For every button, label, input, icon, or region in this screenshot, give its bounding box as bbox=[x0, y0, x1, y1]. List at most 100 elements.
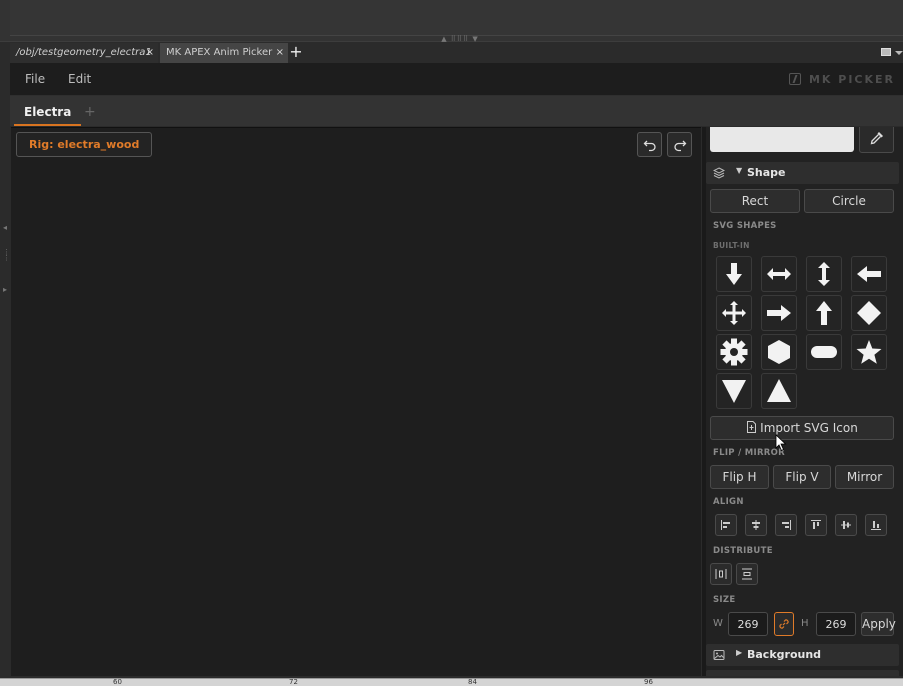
close-icon[interactable]: × bbox=[146, 43, 154, 63]
mirror-button[interactable]: Mirror bbox=[835, 465, 894, 489]
ruler-tick-label: 60 bbox=[113, 678, 122, 686]
shape-pill[interactable] bbox=[806, 334, 842, 370]
width-input[interactable] bbox=[728, 612, 768, 636]
add-pane-tab-button[interactable]: + bbox=[288, 42, 304, 63]
shape-star[interactable] bbox=[851, 334, 887, 370]
move-icon bbox=[722, 301, 746, 325]
chevron-left-icon[interactable]: ◂ bbox=[3, 223, 7, 232]
shape-arrow-right[interactable] bbox=[761, 295, 797, 331]
hexagon-icon bbox=[768, 340, 790, 364]
apply-size-button[interactable]: Apply bbox=[861, 612, 896, 636]
pane-tab-obj[interactable]: /obj/testgeometry_electra1 × bbox=[10, 43, 158, 63]
shape-move[interactable] bbox=[716, 295, 752, 331]
align-label: ALIGN bbox=[713, 497, 744, 507]
distribute-v-icon bbox=[742, 568, 752, 580]
arrow-up-down-icon bbox=[818, 262, 830, 286]
align-right-button[interactable] bbox=[775, 514, 797, 536]
shape-triangle-up[interactable] bbox=[761, 373, 797, 409]
arrow-right-icon bbox=[767, 305, 791, 321]
align-center-v-icon bbox=[841, 521, 851, 529]
image-icon bbox=[713, 650, 725, 660]
pane-tab-picker[interactable]: MK APEX Anim Picker × bbox=[160, 43, 288, 63]
menu-edit[interactable]: Edit bbox=[68, 63, 91, 96]
shape-gear[interactable] bbox=[716, 334, 752, 370]
align-right-icon bbox=[782, 520, 791, 530]
shape-section-header[interactable]: ▼ Shape bbox=[706, 162, 899, 184]
logo-icon bbox=[788, 73, 801, 85]
pane-layout-icon[interactable] bbox=[881, 48, 891, 56]
distribute-h-button[interactable] bbox=[710, 563, 732, 585]
distribute-h-icon bbox=[715, 569, 727, 579]
background-section-header[interactable]: ▶ Background bbox=[706, 644, 899, 666]
height-input[interactable] bbox=[816, 612, 856, 636]
align-center-h-icon bbox=[752, 520, 760, 530]
shape-arrow-left-right[interactable] bbox=[761, 256, 797, 292]
built-in-label: BUILT-IN bbox=[713, 241, 750, 250]
shape-arrow-left[interactable] bbox=[851, 256, 887, 292]
left-dock-edge: ◂ ⋮ ⋮ ▸ bbox=[0, 63, 10, 678]
eyedropper-button[interactable] bbox=[859, 127, 894, 153]
shape-arrow-up[interactable] bbox=[806, 295, 842, 331]
import-svg-button[interactable]: Import SVG Icon bbox=[710, 416, 894, 440]
link-icon bbox=[779, 619, 789, 629]
redo-icon bbox=[673, 140, 686, 151]
arrow-left-right-icon bbox=[767, 268, 791, 280]
align-top-icon bbox=[811, 520, 821, 529]
ruler-tick-label: 84 bbox=[468, 678, 477, 686]
star-icon bbox=[856, 340, 882, 364]
arrow-left-icon bbox=[857, 266, 881, 282]
pane-tab-bar: /obj/testgeometry_electra1 × MK APEX Ani… bbox=[10, 42, 903, 63]
next-section-header[interactable] bbox=[706, 670, 899, 676]
shape-diamond[interactable] bbox=[851, 295, 887, 331]
rig-label[interactable]: Rig: electra_wood bbox=[16, 132, 153, 157]
ruler-tick-label: 96 bbox=[644, 678, 653, 686]
picker-canvas[interactable]: Rig: electra_wood bbox=[11, 127, 701, 676]
file-import-icon bbox=[747, 421, 757, 433]
circle-button[interactable]: Circle bbox=[804, 189, 894, 213]
flip-v-button[interactable]: Flip V bbox=[773, 465, 831, 489]
arrow-up-icon bbox=[816, 301, 832, 325]
redo-button[interactable] bbox=[667, 132, 692, 157]
section-title: Shape bbox=[747, 166, 786, 179]
align-left-button[interactable] bbox=[715, 514, 737, 536]
grip-icon[interactable]: ⋮ ⋮ bbox=[3, 249, 10, 262]
add-tab-button[interactable]: + bbox=[84, 96, 96, 126]
brand: MK PICKER bbox=[788, 73, 895, 87]
align-center-h-button[interactable] bbox=[745, 514, 767, 536]
menu-bar: File Edit MK PICKER bbox=[10, 63, 903, 96]
undo-button[interactable] bbox=[637, 132, 662, 157]
chevron-down-icon[interactable] bbox=[895, 51, 903, 55]
tab-electra[interactable]: Electra bbox=[14, 96, 82, 126]
diamond-icon bbox=[857, 301, 881, 325]
align-left-icon bbox=[721, 520, 730, 530]
properties-panel: ▼ Shape Rect Circle SVG SHAPES BUILT-IN bbox=[702, 127, 903, 676]
chevron-right-icon: ▶ bbox=[736, 648, 743, 657]
align-bottom-icon bbox=[871, 521, 881, 530]
flip-h-button[interactable]: Flip H bbox=[710, 465, 769, 489]
align-center-v-button[interactable] bbox=[835, 514, 857, 536]
shape-triangle-down[interactable] bbox=[716, 373, 752, 409]
import-svg-label: Import SVG Icon bbox=[760, 421, 858, 435]
undo-icon bbox=[643, 140, 656, 151]
triangle-up-icon bbox=[767, 379, 791, 402]
shape-hexagon[interactable] bbox=[761, 334, 797, 370]
timeline-ruler[interactable]: 60 72 84 96 bbox=[0, 678, 903, 686]
width-letter: W bbox=[713, 618, 723, 629]
shape-arrow-up-down[interactable] bbox=[806, 256, 842, 292]
ruler-tick-label: 72 bbox=[289, 678, 298, 686]
lock-ratio-toggle[interactable] bbox=[774, 612, 794, 636]
section-title: Background bbox=[747, 648, 822, 661]
chevron-right-icon[interactable]: ▸ bbox=[3, 285, 7, 294]
menu-file[interactable]: File bbox=[25, 63, 45, 96]
distribute-v-button[interactable] bbox=[736, 563, 758, 585]
shape-arrow-down[interactable] bbox=[716, 256, 752, 292]
arrow-down-icon bbox=[726, 263, 742, 285]
color-swatch[interactable] bbox=[710, 127, 854, 152]
rect-button[interactable]: Rect bbox=[710, 189, 800, 213]
close-icon[interactable]: × bbox=[276, 43, 284, 63]
align-top-button[interactable] bbox=[805, 514, 827, 536]
gear-icon bbox=[720, 338, 748, 366]
panel-divider[interactable] bbox=[702, 127, 706, 676]
align-bottom-button[interactable] bbox=[865, 514, 887, 536]
brand-label: MK PICKER bbox=[808, 73, 895, 86]
